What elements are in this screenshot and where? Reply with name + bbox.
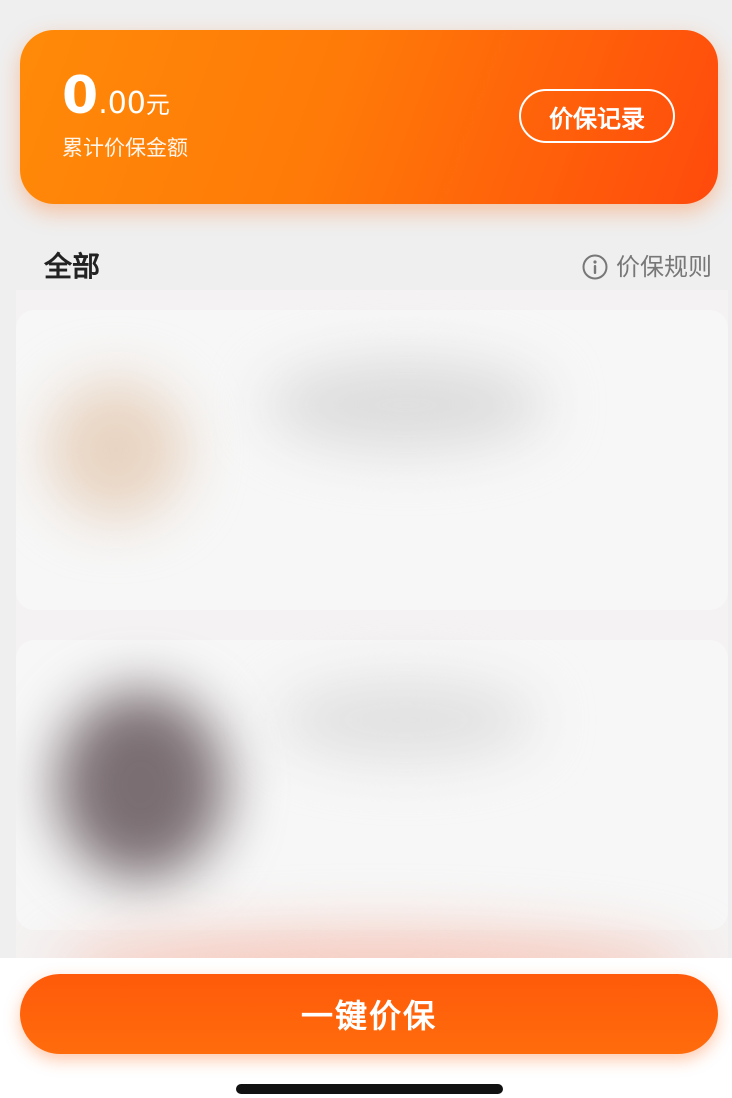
product-list-blurred: [16, 290, 728, 970]
amount-label: 累计价保金额: [62, 136, 188, 160]
amount-unit: 元: [145, 91, 170, 119]
section-title-all[interactable]: 全部: [44, 248, 100, 286]
amount-integer: 0: [62, 66, 99, 126]
list-item: [16, 640, 728, 930]
total-amount: 0.00元: [62, 66, 170, 135]
one-click-price-protection-button[interactable]: 一键价保: [20, 974, 718, 1054]
rules-label: 价保规则: [616, 253, 712, 281]
price-protection-rules-link[interactable]: 价保规则: [582, 249, 712, 285]
list-item: [16, 310, 728, 610]
amount-decimal: .00: [98, 86, 146, 121]
product-thumbnail-blurred: [46, 380, 186, 520]
info-icon: [582, 254, 608, 280]
home-indicator: [236, 1084, 503, 1094]
product-text-blurred: [266, 360, 546, 450]
product-text-blurred: [276, 680, 536, 760]
price-protection-summary-card: 0.00元 累计价保金额 价保记录: [20, 30, 718, 204]
price-protection-record-button[interactable]: 价保记录: [519, 89, 675, 143]
product-thumbnail-blurred: [56, 690, 226, 880]
